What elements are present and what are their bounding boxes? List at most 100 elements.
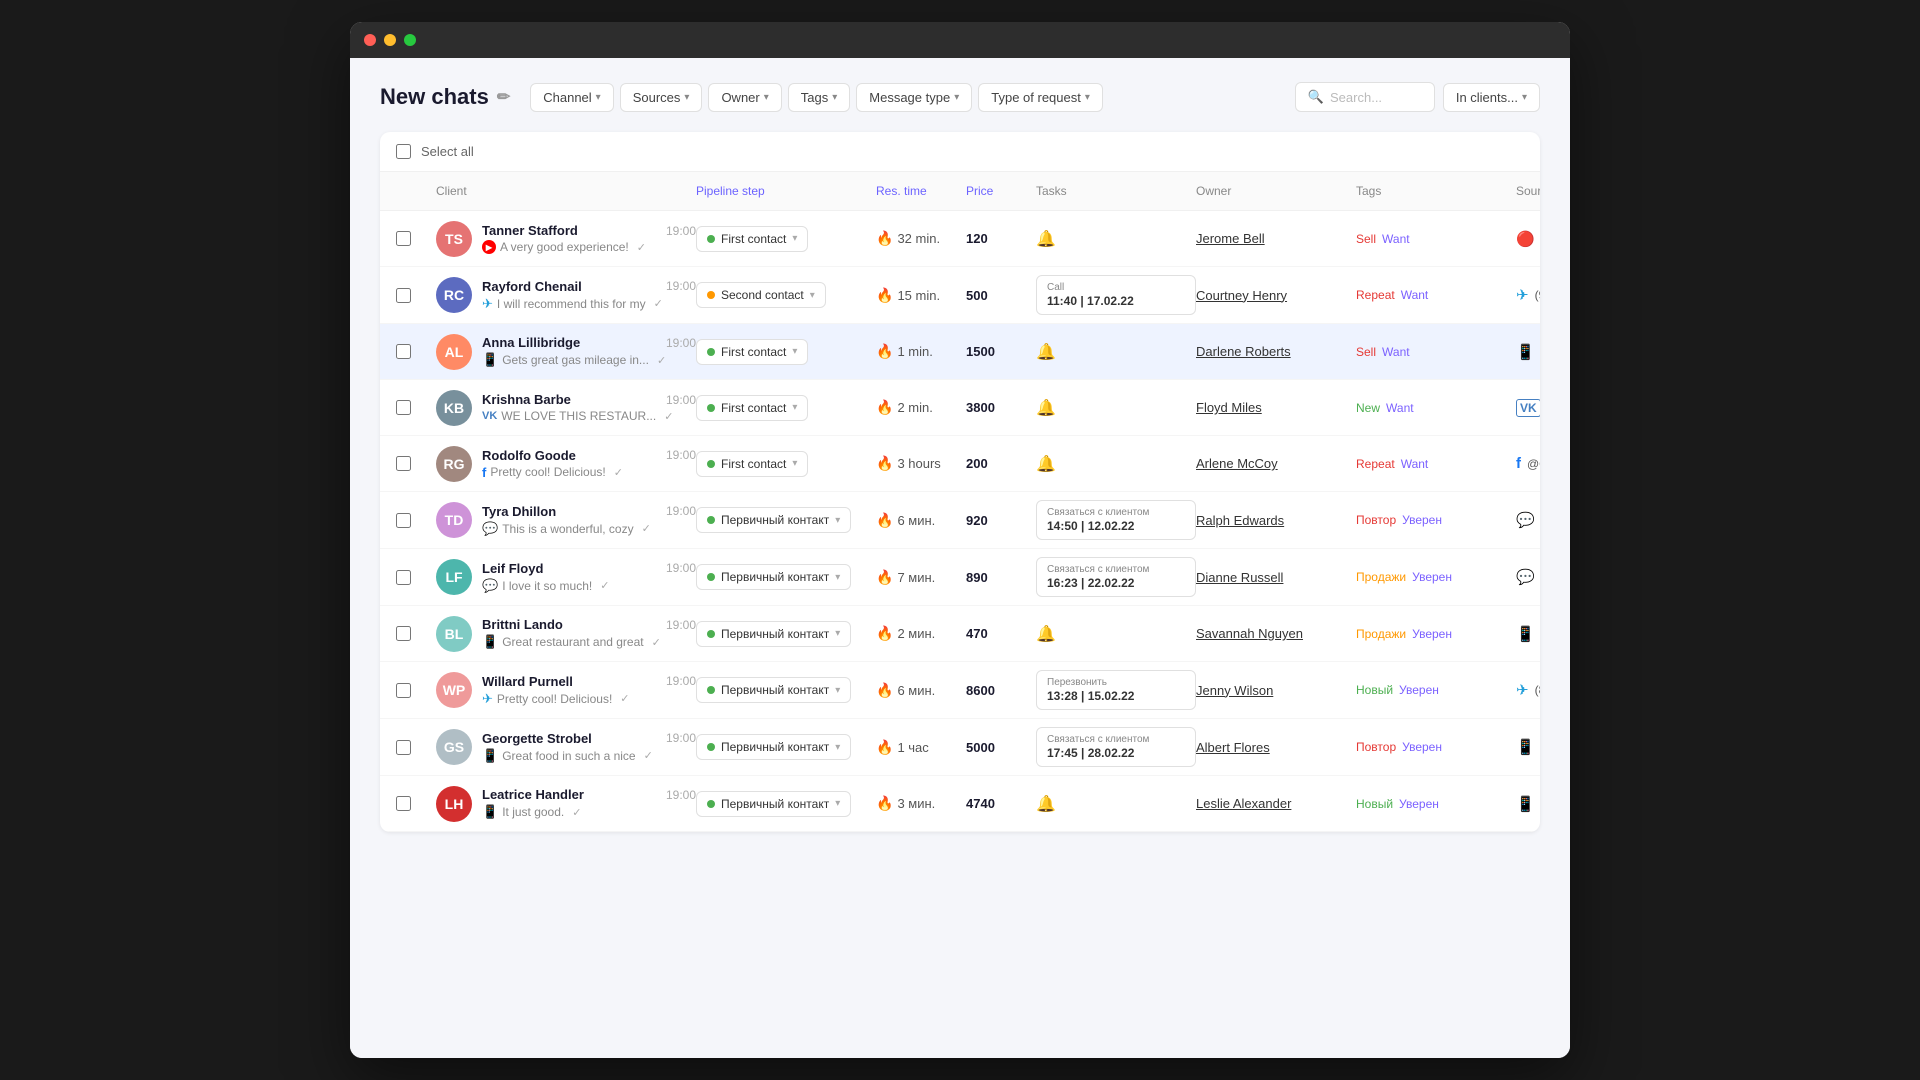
- pipeline-button[interactable]: First contact ▾: [696, 395, 808, 421]
- pipeline-status-dot: [707, 516, 715, 524]
- chevron-down-icon: ▾: [596, 92, 601, 103]
- task-button[interactable]: Call 11:40 | 17.02.22: [1036, 275, 1196, 315]
- bell-icon[interactable]: 🔔: [1036, 344, 1056, 361]
- row-checkbox[interactable]: [396, 796, 411, 811]
- tag-label[interactable]: Уверен: [1399, 683, 1439, 697]
- task-cell: 🔔: [1036, 454, 1196, 474]
- filter-request-type[interactable]: Type of request ▾: [978, 83, 1103, 112]
- task-button[interactable]: Связаться с клиентом 17:45 | 28.02.22: [1036, 727, 1196, 767]
- bell-icon[interactable]: 🔔: [1036, 231, 1056, 248]
- owner-cell[interactable]: Jenny Wilson: [1196, 683, 1356, 698]
- tag-label[interactable]: Repeat: [1356, 288, 1395, 302]
- bell-icon[interactable]: 🔔: [1036, 626, 1056, 643]
- tag-label[interactable]: Уверен: [1412, 627, 1452, 641]
- filter-owner[interactable]: Owner ▾: [708, 83, 781, 112]
- chevron-down-icon: ▾: [1085, 92, 1090, 103]
- task-label: Связаться с клиентом: [1047, 734, 1149, 745]
- tag-label[interactable]: Sell: [1356, 345, 1376, 359]
- pipeline-button[interactable]: Second contact ▾: [696, 282, 826, 308]
- tag-label[interactable]: Уверен: [1412, 570, 1452, 584]
- tag-label[interactable]: Sell: [1356, 232, 1376, 246]
- task-button[interactable]: Связаться с клиентом 16:23 | 22.02.22: [1036, 557, 1196, 597]
- pipeline-button[interactable]: Первичный контакт ▾: [696, 734, 851, 760]
- pipeline-button[interactable]: First contact ▾: [696, 339, 808, 365]
- avatar: BL: [436, 616, 472, 652]
- pipeline-button[interactable]: Первичный контакт ▾: [696, 507, 851, 533]
- pipeline-button[interactable]: Первичный контакт ▾: [696, 564, 851, 590]
- owner-cell[interactable]: Albert Flores: [1196, 740, 1356, 755]
- bell-icon[interactable]: 🔔: [1036, 456, 1056, 473]
- owner-cell[interactable]: Dianne Russell: [1196, 570, 1356, 585]
- pipeline-button[interactable]: First contact ▾: [696, 226, 808, 252]
- select-all-row: Select all: [380, 132, 1540, 172]
- owner-cell[interactable]: Leslie Alexander: [1196, 796, 1356, 811]
- pipeline-button[interactable]: Первичный контакт ▾: [696, 677, 851, 703]
- row-checkbox[interactable]: [396, 288, 411, 303]
- owner-cell[interactable]: Courtney Henry: [1196, 288, 1356, 303]
- row-checkbox[interactable]: [396, 400, 411, 415]
- tag-label[interactable]: Want: [1382, 345, 1410, 359]
- bell-icon[interactable]: 🔔: [1036, 400, 1056, 417]
- tag-label[interactable]: Want: [1382, 232, 1410, 246]
- filter-channel[interactable]: Channel ▾: [530, 83, 613, 112]
- source-label: (808) 555-0111: [1535, 683, 1540, 697]
- tag-label[interactable]: Повтор: [1356, 513, 1396, 527]
- client-message: 💬 This is a wonderful, cozy ✓: [482, 521, 696, 537]
- task-cell: 🔔: [1036, 229, 1196, 249]
- close-dot[interactable]: [364, 34, 376, 46]
- tag-label[interactable]: Уверен: [1402, 513, 1442, 527]
- tag-label[interactable]: Продажи: [1356, 570, 1406, 584]
- tag-label[interactable]: Повтор: [1356, 740, 1396, 754]
- task-button[interactable]: Перезвонить 13:28 | 15.02.22: [1036, 670, 1196, 710]
- owner-cell[interactable]: Ralph Edwards: [1196, 513, 1356, 528]
- filter-tags[interactable]: Tags ▾: [788, 83, 851, 112]
- pipeline-status-dot: [707, 404, 715, 412]
- row-checkbox[interactable]: [396, 683, 411, 698]
- task-time: 17:45 | 28.02.22: [1047, 746, 1149, 760]
- row-checkbox[interactable]: [396, 231, 411, 246]
- tag-label[interactable]: Новый: [1356, 797, 1393, 811]
- avatar: TS: [436, 221, 472, 257]
- pipeline-button[interactable]: Первичный контакт ▾: [696, 621, 851, 647]
- edit-title-icon[interactable]: ✏: [497, 87, 510, 107]
- task-button[interactable]: Связаться с клиентом 14:50 | 12.02.22: [1036, 500, 1196, 540]
- pipeline-button[interactable]: Первичный контакт ▾: [696, 791, 851, 817]
- bell-icon[interactable]: 🔔: [1036, 796, 1056, 813]
- col-tags: Tags: [1356, 180, 1516, 202]
- fire-icon: 🔥: [876, 455, 893, 472]
- owner-cell[interactable]: Floyd Miles: [1196, 400, 1356, 415]
- tag-label[interactable]: Новый: [1356, 683, 1393, 697]
- row-checkbox[interactable]: [396, 570, 411, 585]
- row-checkbox[interactable]: [396, 513, 411, 528]
- pipeline-button[interactable]: First contact ▾: [696, 451, 808, 477]
- search-box[interactable]: 🔍 Search...: [1295, 82, 1435, 112]
- select-all-checkbox[interactable]: [396, 144, 411, 159]
- tag-label[interactable]: Уверен: [1399, 797, 1439, 811]
- pipeline-status-dot: [707, 800, 715, 808]
- tag-label[interactable]: New: [1356, 401, 1380, 415]
- owner-cell[interactable]: Arlene McCoy: [1196, 456, 1356, 471]
- owner-cell[interactable]: Darlene Roberts: [1196, 344, 1356, 359]
- row-checkbox[interactable]: [396, 740, 411, 755]
- fire-icon: 🔥: [876, 682, 893, 699]
- owner-cell[interactable]: Savannah Nguyen: [1196, 626, 1356, 641]
- client-message: 📱 Great restaurant and great ✓: [482, 634, 696, 650]
- row-checkbox[interactable]: [396, 456, 411, 471]
- tag-label[interactable]: Repeat: [1356, 457, 1395, 471]
- owner-cell[interactable]: Jerome Bell: [1196, 231, 1356, 246]
- table-row: LF Leif Floyd 19:00 💬 I love it so much!…: [380, 549, 1540, 606]
- tag-label[interactable]: Want: [1401, 457, 1429, 471]
- tag-label[interactable]: Уверен: [1402, 740, 1442, 754]
- tag-label[interactable]: Want: [1386, 401, 1414, 415]
- fire-icon: 🔥: [876, 625, 893, 642]
- filter-message-type[interactable]: Message type ▾: [856, 83, 972, 112]
- row-checkbox[interactable]: [396, 626, 411, 641]
- client-info: Tyra Dhillon 19:00 💬 This is a wonderful…: [482, 504, 696, 537]
- filter-sources[interactable]: Sources ▾: [620, 83, 703, 112]
- tag-label[interactable]: Want: [1401, 288, 1429, 302]
- scope-button[interactable]: In clients... ▾: [1443, 83, 1540, 112]
- tag-label[interactable]: Продажи: [1356, 627, 1406, 641]
- row-checkbox[interactable]: [396, 344, 411, 359]
- minimize-dot[interactable]: [384, 34, 396, 46]
- expand-dot[interactable]: [404, 34, 416, 46]
